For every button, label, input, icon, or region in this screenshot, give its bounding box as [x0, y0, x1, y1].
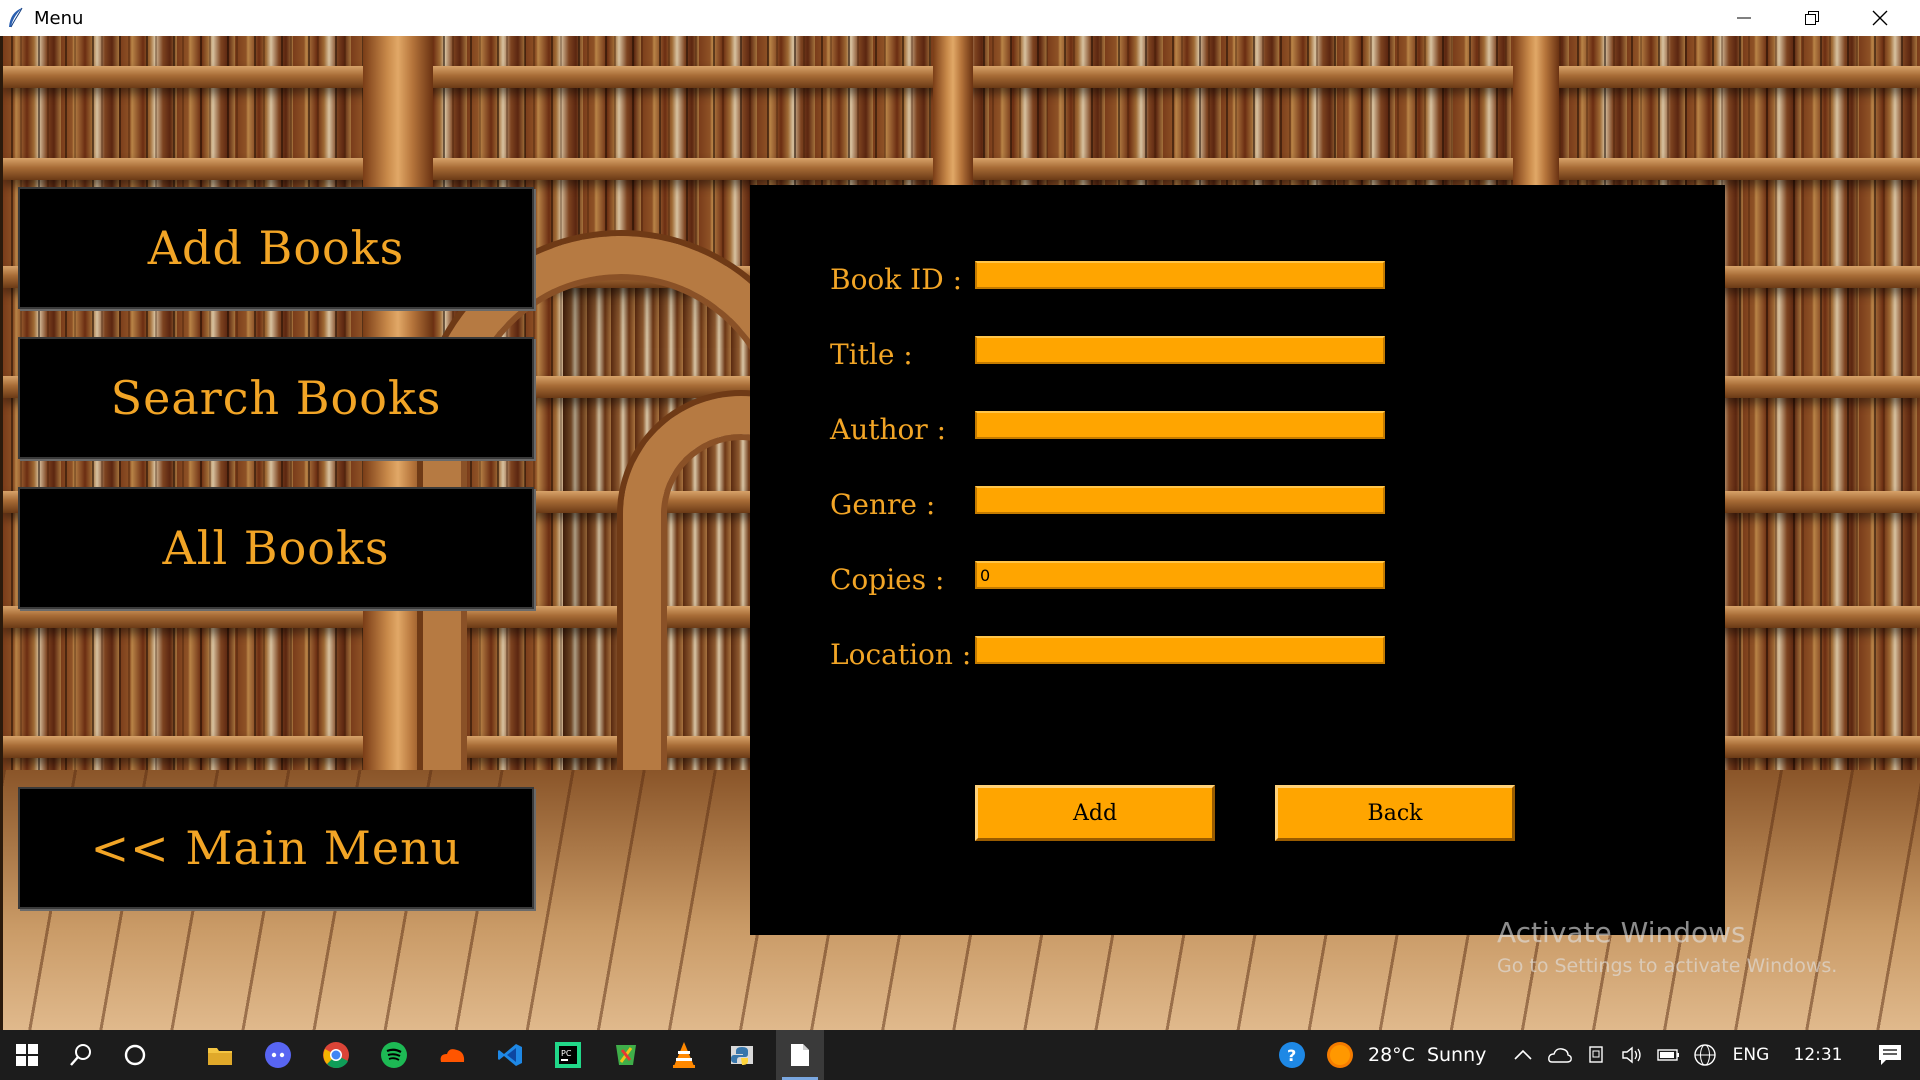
sun-icon	[1327, 1042, 1353, 1068]
app-green-icon	[616, 1045, 636, 1065]
svg-text:?: ?	[1287, 1046, 1296, 1065]
python-icon	[731, 1046, 753, 1065]
clock[interactable]: 12:31	[1780, 1030, 1856, 1080]
main-menu-button[interactable]: << Main Menu	[18, 787, 534, 909]
copies-label: Copies :	[830, 563, 945, 596]
vlc-icon	[673, 1042, 695, 1068]
taskbar-soundcloud[interactable]	[428, 1030, 476, 1080]
feather-icon	[9, 7, 23, 28]
discord-icon	[265, 1042, 291, 1068]
cortana-button[interactable]	[112, 1030, 158, 1080]
taskbar-vscode[interactable]	[486, 1030, 534, 1080]
language-text: ENG	[1732, 1045, 1770, 1065]
weather-temperature: 28°C	[1368, 1044, 1415, 1066]
author-input[interactable]	[975, 411, 1385, 439]
show-hidden-icons-button[interactable]	[1506, 1030, 1540, 1080]
add-book-form: Book ID : Title : Author : Genre : Copie…	[750, 185, 1725, 935]
genre-input[interactable]	[975, 486, 1385, 514]
chrome-icon	[323, 1042, 349, 1069]
pycharm-icon: PC	[555, 1042, 581, 1068]
activate-subtitle: Go to Settings to activate Windows.	[1497, 955, 1838, 977]
close-icon	[1872, 10, 1888, 26]
start-button[interactable]	[6, 1030, 48, 1080]
book-id-input[interactable]	[975, 261, 1385, 289]
title-bar: Menu	[0, 0, 1920, 36]
taskbar-discord[interactable]	[254, 1030, 302, 1080]
search-button[interactable]	[58, 1030, 104, 1080]
search-books-button[interactable]: Search Books	[18, 337, 534, 459]
device-icon	[1589, 1046, 1603, 1063]
taskbar-python-idle[interactable]	[718, 1030, 766, 1080]
onedrive-tray-button[interactable]	[1542, 1030, 1578, 1080]
taskbar-chrome[interactable]	[312, 1030, 360, 1080]
author-label: Author :	[830, 413, 947, 446]
help-tray-button[interactable]: ?	[1272, 1030, 1312, 1080]
globe-icon	[1694, 1044, 1716, 1066]
volume-tray-button[interactable]	[1616, 1030, 1650, 1080]
add-books-button[interactable]: Add Books	[18, 187, 534, 309]
svg-text:PC: PC	[561, 1049, 572, 1058]
title-input[interactable]	[975, 336, 1385, 364]
notification-icon	[1879, 1045, 1901, 1065]
activate-windows-watermark: Activate Windows Go to Settings to activ…	[1497, 916, 1837, 977]
taskbar-spotify[interactable]	[370, 1030, 418, 1080]
close-button[interactable]	[1846, 0, 1914, 36]
taskbar-notepad[interactable]	[776, 1030, 824, 1080]
chevron-up-icon	[1514, 1049, 1532, 1060]
book-id-label: Book ID :	[830, 263, 963, 296]
window-title: Menu	[34, 7, 84, 29]
clock-time: 12:31	[1793, 1045, 1843, 1065]
network-tray-button[interactable]	[1688, 1030, 1722, 1080]
taskbar-file-explorer[interactable]	[196, 1030, 244, 1080]
location-input[interactable]	[975, 636, 1385, 664]
activate-title: Activate Windows	[1497, 916, 1746, 949]
taskbar: PC ? 28°C Sunny ENG 12:31	[0, 1030, 1920, 1080]
device-tray-button[interactable]	[1580, 1030, 1614, 1080]
minimize-button[interactable]	[1710, 0, 1778, 36]
title-label: Title :	[830, 338, 913, 371]
soundcloud-icon	[440, 1049, 465, 1062]
battery-icon	[1657, 1049, 1679, 1061]
maximize-button[interactable]	[1778, 0, 1846, 36]
help-icon: ?	[1279, 1042, 1305, 1068]
document-icon	[791, 1044, 809, 1066]
back-button[interactable]: Back	[1275, 785, 1515, 841]
vscode-icon	[498, 1044, 522, 1066]
genre-label: Genre :	[830, 488, 936, 521]
cortana-icon	[124, 1044, 146, 1066]
weather-readout[interactable]: 28°C Sunny	[1368, 1030, 1498, 1080]
minimize-icon	[1737, 17, 1751, 19]
folder-icon	[208, 1048, 232, 1065]
location-label: Location :	[830, 638, 972, 671]
taskbar-pycharm[interactable]: PC	[544, 1030, 592, 1080]
spotify-icon	[381, 1042, 407, 1068]
notifications-button[interactable]	[1866, 1030, 1914, 1080]
search-icon	[70, 1044, 91, 1066]
taskbar-vlc[interactable]	[660, 1030, 708, 1080]
copies-input[interactable]	[975, 561, 1385, 589]
language-indicator[interactable]: ENG	[1726, 1030, 1776, 1080]
add-button[interactable]: Add	[975, 785, 1215, 841]
weather-button[interactable]	[1320, 1030, 1360, 1080]
all-books-button[interactable]: All Books	[18, 487, 534, 609]
restore-icon	[1805, 11, 1819, 25]
weather-condition: Sunny	[1426, 1044, 1487, 1066]
battery-tray-button[interactable]	[1652, 1030, 1686, 1080]
speaker-icon	[1622, 1046, 1641, 1064]
windows-logo-icon	[16, 1044, 38, 1066]
taskbar-app-green[interactable]	[602, 1030, 650, 1080]
cloud-icon	[1548, 1048, 1572, 1063]
